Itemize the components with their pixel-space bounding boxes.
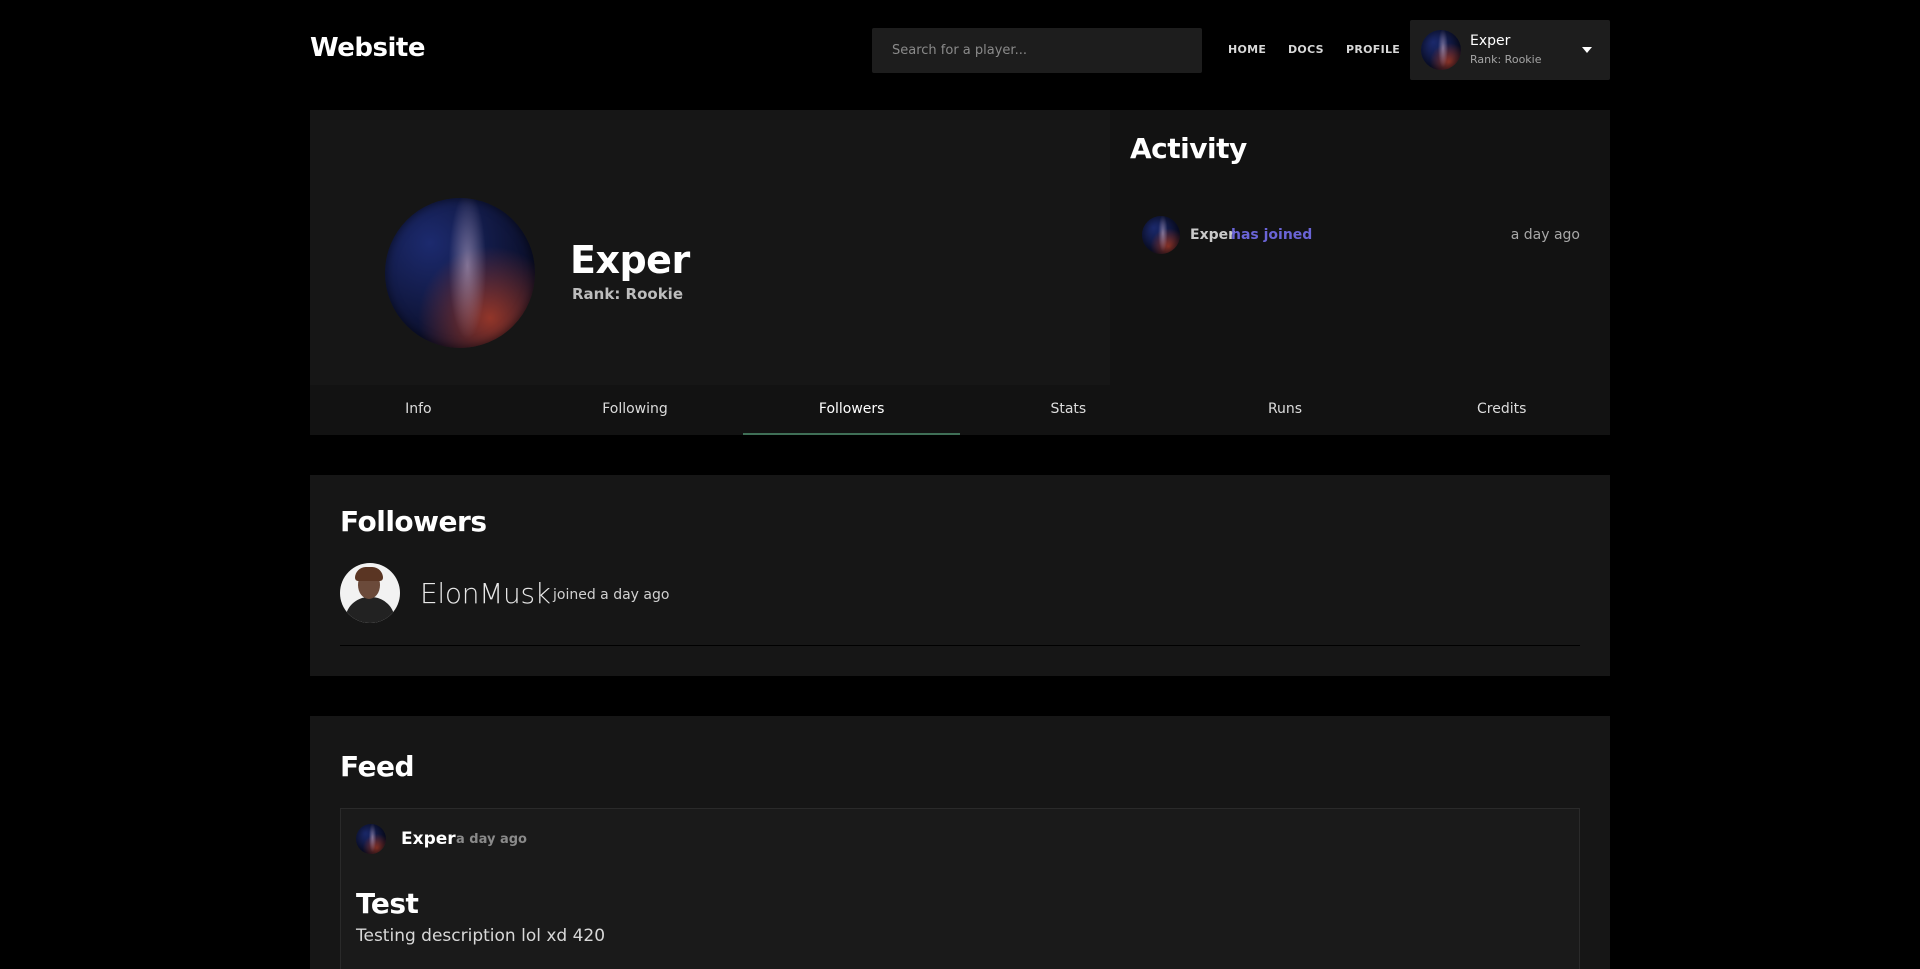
post-author[interactable]: Exper [401,829,456,849]
activity-title: Activity [1130,132,1247,165]
follower-avatar[interactable] [340,563,400,623]
nav-profile-link[interactable]: PROFILE [1346,43,1400,56]
followers-section: Followers ElonMusk joined a day ago [310,475,1610,676]
user-menu-name: Exper [1470,33,1511,49]
user-menu-rank: Rank: Rookie [1470,53,1542,66]
nav-docs-link[interactable]: DOCS [1288,43,1324,56]
player-search-input[interactable] [872,28,1202,73]
profile-card: Exper Rank: Rookie Activity Exper has jo… [310,110,1610,385]
profile-tabs: Info Following Followers Stats Runs Cred… [310,385,1610,435]
user-menu-dropdown[interactable]: Exper Rank: Rookie [1410,20,1610,80]
activity-time: a day ago [1510,227,1580,243]
feed-post: Exper a day ago Test Testing description… [340,808,1580,969]
tab-info[interactable]: Info [310,385,527,435]
divider [340,645,1580,646]
follower-joined: joined a day ago [553,587,670,603]
post-description: Testing description lol xd 420 [356,926,606,946]
chevron-down-icon[interactable] [1582,47,1592,53]
nav-home-link[interactable]: HOME [1228,43,1266,56]
profile-avatar [385,198,535,348]
tab-stats[interactable]: Stats [960,385,1177,435]
profile-rank: Rank: Rookie [572,285,683,303]
follower-name[interactable]: ElonMusk [420,577,551,610]
profile-name: Exper [570,238,690,282]
post-time: a day ago [456,832,527,847]
site-logo[interactable]: Website [310,33,425,63]
feed-section: Feed Exper a day ago Test Testing descri… [310,716,1610,969]
user-avatar [1421,30,1461,70]
tab-credits[interactable]: Credits [1393,385,1610,435]
activity-user[interactable]: Exper [1190,227,1235,243]
tab-followers[interactable]: Followers [743,385,961,435]
feed-title: Feed [340,750,415,783]
activity-avatar [1142,216,1180,254]
followers-title: Followers [340,505,487,538]
activity-verb: has joined [1231,227,1313,243]
tab-runs[interactable]: Runs [1177,385,1394,435]
post-title: Test [356,887,419,920]
tab-following[interactable]: Following [527,385,744,435]
top-bar: Website HOME DOCS PROFILE Exper Rank: Ro… [310,0,1610,100]
post-author-avatar [356,824,386,854]
activity-panel: Activity Exper has joined a day ago [1110,110,1610,385]
